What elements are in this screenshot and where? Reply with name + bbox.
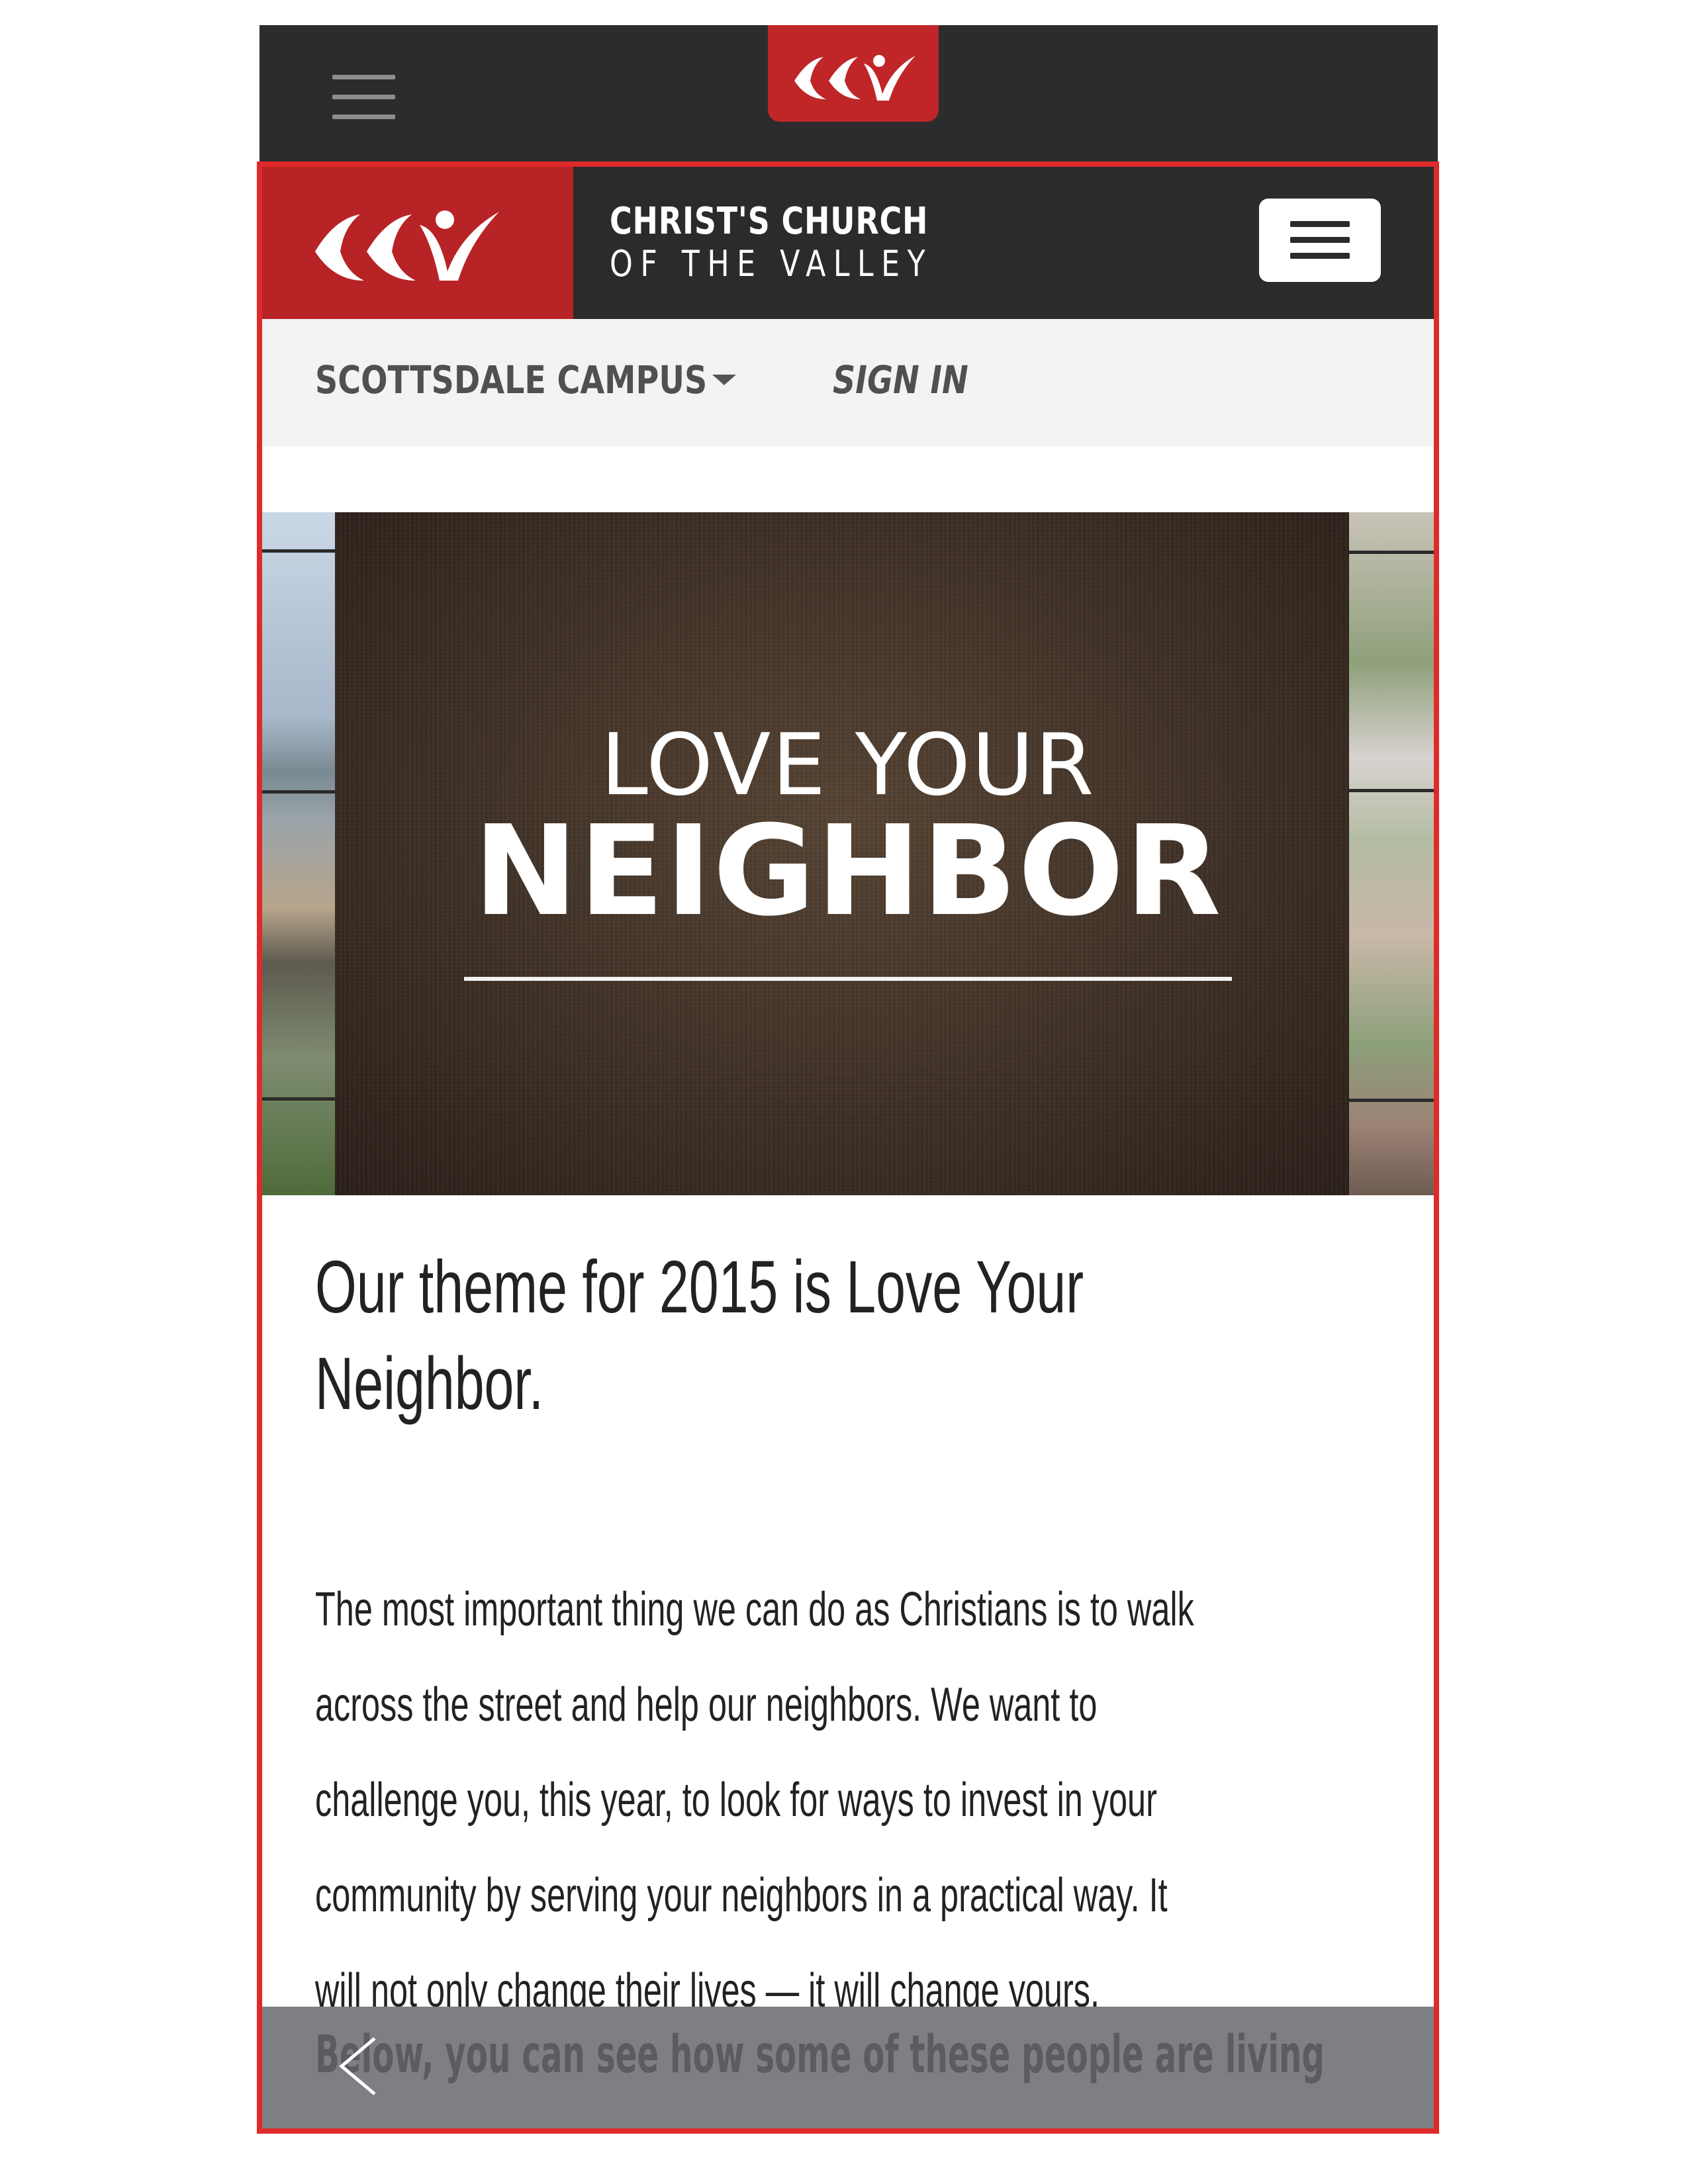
brand-line-1: CHRIST'S CHURCH [610,200,929,243]
hero-divider [464,977,1232,981]
campus-selector[interactable]: SCOTTSDALE CAMPUS [315,357,707,402]
hamburger-icon [1290,221,1350,227]
brand-line-2: OF THE VALLEY [610,243,933,285]
ccv-logo[interactable] [262,167,573,319]
chevron-left-icon[interactable] [335,2033,381,2099]
hero-title-line-1: LOVE YOUR [600,716,1096,815]
sub-navigation: SCOTTSDALE CAMPUS SIGN IN [262,319,1434,446]
hero-title-line-2: NEIGHBOR [473,799,1223,944]
ccv-logo-tab[interactable] [768,25,939,122]
paragraph-line: The most important thing we can do as Ch… [315,1583,1194,1636]
browser-bottom-bar: Below, you can see how some of these peo… [262,2007,1434,2128]
caret-down-icon[interactable] [712,375,736,385]
paragraph-line: across the street and help our neighbors… [315,1678,1098,1731]
hero-banner: LOVE YOUR NEIGHBOR [262,512,1434,1195]
website-frame: CHRIST'S CHURCH OF THE VALLEY SCOTTSDALE… [257,161,1439,2134]
paragraph-line: challenge you, this year, to look for wa… [315,1774,1157,1827]
heading-line-2: Neighbor. [315,1342,544,1425]
site-header: CHRIST'S CHURCH OF THE VALLEY [262,167,1434,319]
menu-button[interactable] [1259,199,1381,282]
heading-line-1: Our theme for 2015 is Love Your [315,1246,1084,1328]
partial-paragraph-line: Below, you can see how some of these peo… [315,2025,1325,2085]
app-top-bar [259,25,1438,161]
paragraph-line: community by serving your neighbors in a… [315,1869,1168,1922]
brand-name[interactable]: CHRIST'S CHURCH OF THE VALLEY [610,200,1004,285]
theme-paragraph: The most important thing we can do as Ch… [315,1562,1434,2038]
theme-heading: Our theme for 2015 is Love Your Neighbor… [315,1239,1387,1432]
hamburger-icon[interactable] [332,75,395,121]
ccv-logo-icon [315,210,499,281]
ccv-logo-icon [794,55,915,101]
sign-in-link[interactable]: SIGN IN [833,357,968,402]
